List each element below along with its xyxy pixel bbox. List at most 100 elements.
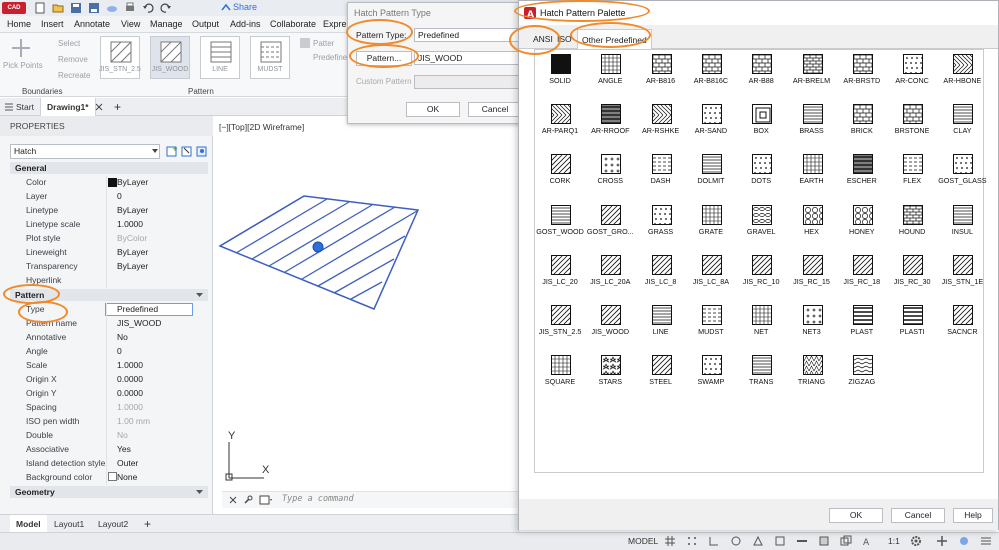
redo-icon[interactable] — [160, 2, 172, 14]
cloud-icon[interactable] — [106, 2, 118, 14]
model-space-toggle[interactable]: MODEL — [628, 536, 658, 546]
toggle-pickadd-icon[interactable]: + — [166, 144, 178, 157]
new-file-icon[interactable] — [34, 2, 46, 14]
property-row[interactable]: ISO pen width 1.00 mm — [10, 415, 208, 429]
property-value[interactable]: 0.0000 — [117, 388, 143, 398]
tab-drawing1[interactable]: Drawing1* — [40, 98, 96, 116]
section-general[interactable]: General — [10, 162, 208, 174]
property-value[interactable]: No — [117, 430, 128, 440]
menu-manage[interactable]: Manage — [145, 16, 188, 33]
pattern-swatch[interactable]: NET — [732, 303, 790, 349]
pattern-swatch[interactable]: STARS — [581, 353, 639, 399]
pattern-swatch[interactable]: FLEX — [883, 152, 941, 198]
property-row[interactable]: Linetype ByLayer — [10, 204, 208, 218]
pattern-swatch[interactable]: GRATE — [682, 203, 740, 249]
selection-cycling-icon[interactable] — [840, 535, 852, 547]
pattern-swatch[interactable]: GOST_WOOD — [531, 203, 589, 249]
pattern-swatch[interactable]: JIS_RC_18 — [833, 253, 891, 299]
property-value[interactable]: Yes — [117, 444, 131, 454]
property-row[interactable]: Layer 0 — [10, 190, 208, 204]
save-icon[interactable] — [70, 2, 82, 14]
pattern-swatch[interactable]: CLAY — [933, 102, 991, 148]
ortho-icon[interactable] — [708, 535, 720, 547]
property-value[interactable]: 0.0000 — [117, 374, 143, 384]
isolate-objects-icon[interactable] — [958, 535, 970, 547]
save-as-icon[interactable] — [88, 2, 100, 14]
menu-annotate[interactable]: Annotate — [69, 16, 115, 33]
pattern-swatch[interactable]: JIS_WOOD — [581, 303, 639, 349]
menu-collaborate[interactable]: Collaborate — [265, 16, 321, 33]
tab-model[interactable]: Model — [10, 515, 47, 533]
pattern-swatch[interactable]: AR-RSHKE — [632, 102, 690, 148]
pattern-swatch[interactable]: HONEY — [833, 203, 891, 249]
share-button[interactable]: Share — [233, 2, 257, 12]
pattern-swatch[interactable]: JIS_LC_8A — [682, 253, 740, 299]
menu-home[interactable]: Home — [2, 16, 36, 33]
property-row[interactable]: Associative Yes — [10, 443, 208, 457]
pattern-swatch[interactable]: JIS_RC_30 — [883, 253, 941, 299]
share-icon[interactable] — [220, 2, 232, 14]
transparency-icon[interactable] — [818, 535, 830, 547]
pattern-swatch[interactable]: PLAST — [833, 303, 891, 349]
pattern-swatch[interactable]: GRAVEL — [732, 203, 790, 249]
property-row[interactable]: Lineweight ByLayer — [10, 246, 208, 260]
recreate-button[interactable]: Recreate — [58, 71, 90, 80]
pattern-swatch[interactable]: SQUARE — [531, 353, 589, 399]
property-value[interactable]: ByLayer — [117, 247, 148, 257]
pattern-swatch[interactable]: JIS_LC_8 — [632, 253, 690, 299]
pattern-swatch[interactable]: SWAMP — [682, 353, 740, 399]
tab-start[interactable]: Start — [10, 98, 40, 116]
select-button[interactable]: Select — [58, 39, 80, 48]
pattern-swatch[interactable]: PLASTI — [883, 303, 941, 349]
property-value[interactable]: 1.0000 — [117, 219, 143, 229]
pattern-swatch[interactable]: LINE — [632, 303, 690, 349]
new-tab-button[interactable]: + — [108, 98, 127, 116]
command-line[interactable] — [222, 491, 518, 508]
pattern-swatch[interactable]: BOX — [732, 102, 790, 148]
property-row[interactable]: Linetype scale 1.0000 — [10, 218, 208, 232]
pattern-swatch[interactable]: CROSS — [581, 152, 639, 198]
property-value[interactable]: JIS_WOOD — [117, 318, 161, 328]
pattern-swatch[interactable]: ANGLE — [581, 52, 639, 98]
property-row[interactable]: Angle 0 — [10, 345, 208, 359]
pattern-swatch[interactable]: CORK — [531, 152, 589, 198]
remove-button[interactable]: Remove — [58, 55, 88, 64]
pattern-swatch[interactable]: JIS_LC_20A — [581, 253, 639, 299]
pattern-swatch[interactable]: INSUL — [933, 203, 991, 249]
quick-select-icon[interactable] — [196, 144, 208, 157]
isodraft-icon[interactable] — [752, 535, 764, 547]
property-value[interactable]: Predefined — [117, 304, 158, 314]
property-row[interactable]: Scale 1.0000 — [10, 359, 208, 373]
pattern-swatch[interactable]: AR-B816 — [632, 52, 690, 98]
annotation-scale[interactable]: 1:1 — [888, 536, 900, 546]
snap-icon[interactable] — [686, 535, 698, 547]
pattern-name-select[interactable]: JIS_WOOD — [414, 51, 522, 65]
help-button[interactable]: Help — [953, 508, 993, 523]
pattern-swatch[interactable]: DOTS — [732, 152, 790, 198]
menu-view[interactable]: View — [116, 16, 145, 33]
pattern-swatch[interactable]: BRSTONE — [883, 102, 941, 148]
menu-insert[interactable]: Insert — [36, 16, 69, 33]
property-row[interactable]: Island detection style Outer — [10, 457, 208, 471]
pattern-swatch[interactable]: JIS_LC_20 — [531, 253, 589, 299]
close-icon[interactable] — [94, 102, 104, 112]
property-row[interactable]: Origin X 0.0000 — [10, 373, 208, 387]
property-value[interactable]: 1.0000 — [117, 360, 143, 370]
property-value[interactable]: None — [117, 472, 137, 482]
ok-button[interactable]: OK — [829, 508, 883, 523]
pattern-group-label[interactable]: Pattern — [188, 86, 214, 97]
pattern-swatch[interactable]: AR-B816C — [682, 52, 740, 98]
pattern-swatch[interactable]: STEEL — [632, 353, 690, 399]
polar-tracking-icon[interactable] — [730, 535, 742, 547]
menu-output[interactable]: Output — [187, 16, 224, 33]
grid-icon[interactable] — [664, 535, 676, 547]
pattern-swatch[interactable]: JIS_STN_1E — [933, 253, 991, 299]
pattern-swatch[interactable]: GRASS — [632, 203, 690, 249]
pattern-swatch[interactable]: AR-CONC — [883, 52, 941, 98]
section-geometry[interactable]: Geometry — [10, 486, 208, 498]
pattern-swatch[interactable]: GOST_GRO... — [581, 203, 639, 249]
pick-points-icon[interactable] — [10, 37, 32, 59]
property-value[interactable]: ByLayer — [117, 261, 148, 271]
pattern-property-label[interactable]: Patter — [313, 39, 334, 48]
pattern-swatch[interactable]: EARTH — [783, 152, 841, 198]
